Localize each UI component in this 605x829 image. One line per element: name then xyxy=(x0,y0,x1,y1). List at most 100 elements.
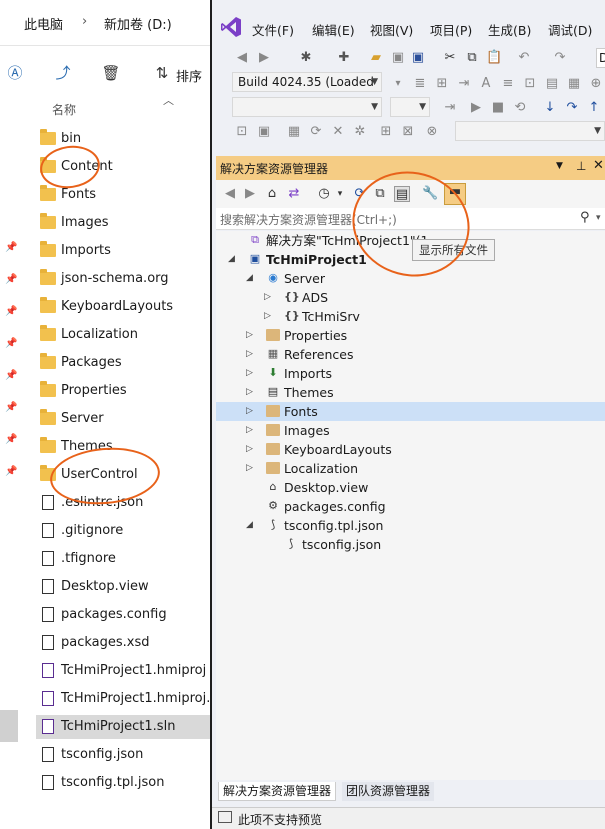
collapse-chevron-icon[interactable]: ︿ xyxy=(163,92,174,108)
target-combo[interactable]: ▼ xyxy=(232,97,382,117)
activate-icon[interactable]: ⊗ xyxy=(424,124,440,140)
pin-icon[interactable]: 📌 xyxy=(5,338,17,350)
tree-node[interactable]: ⌂ Desktop.view xyxy=(216,478,605,497)
start-icon[interactable]: ▶ xyxy=(468,100,484,116)
copy-icon[interactable]: ⧉ xyxy=(464,50,480,66)
align-icon[interactable]: ⊞ xyxy=(434,76,450,92)
expand-arrow-icon[interactable]: ▷ xyxy=(246,402,256,421)
pin-icon[interactable]: ⊥ xyxy=(576,159,586,173)
connect-icon[interactable]: ⊞ xyxy=(378,124,394,140)
column-header-name[interactable]: 名称 xyxy=(52,101,76,118)
arrange-icon[interactable]: ⊡ xyxy=(522,76,538,92)
file-item[interactable]: Imports xyxy=(36,239,211,263)
file-item[interactable]: tsconfig.json xyxy=(36,743,211,767)
pin-icon[interactable]: 📌 xyxy=(5,370,17,382)
pin-icon[interactable]: 📌 xyxy=(5,274,17,286)
expand-arrow-icon[interactable]: ▷ xyxy=(264,307,274,326)
new-project-icon[interactable]: ✱ xyxy=(298,50,314,66)
step-into-icon[interactable]: ⇥ xyxy=(442,100,458,116)
pin-icon[interactable]: 📌 xyxy=(5,242,17,254)
collapse-arrow-icon[interactable]: ◢ xyxy=(228,250,238,269)
open-folder-icon[interactable]: ▰ xyxy=(368,50,384,66)
file-item[interactable]: KeyboardLayouts xyxy=(36,295,211,319)
pending-changes-dropdown-icon[interactable]: ▾ xyxy=(332,186,348,202)
run-cursor-icon[interactable]: ↑ xyxy=(586,100,602,116)
expand-arrow-icon[interactable]: ▷ xyxy=(246,440,256,459)
file-item[interactable]: Localization xyxy=(36,323,211,347)
window-options-icon[interactable]: ▼ xyxy=(556,161,563,171)
menu-item[interactable]: 文件(F) xyxy=(252,20,294,39)
file-item[interactable]: packages.xsd xyxy=(36,631,211,655)
format-icon[interactable]: ≣ xyxy=(412,76,428,92)
file-item[interactable]: TcHmiProject1.hmiproj xyxy=(36,659,211,683)
breadcrumb-this-pc[interactable]: 此电脑 xyxy=(24,14,63,33)
step-over-icon[interactable]: ↓ xyxy=(542,100,558,116)
home-icon[interactable]: ⌂ xyxy=(264,186,280,202)
forward-icon[interactable]: ▶ xyxy=(256,50,272,66)
build-version-combo[interactable]: Build 4024.35 (Loaded ▼ xyxy=(232,72,382,92)
tab-team-explorer[interactable]: 团队资源管理器 xyxy=(342,782,435,801)
tree-node[interactable]: ⟆ tsconfig.json xyxy=(216,535,605,554)
collapse-arrow-icon[interactable]: ◢ xyxy=(246,269,256,288)
capture-icon[interactable]: ▦ xyxy=(286,124,302,140)
tree-node[interactable]: ▷ ▦ References xyxy=(216,345,605,364)
pin-icon[interactable]: 📌 xyxy=(5,434,17,446)
menu-item[interactable]: 生成(B) xyxy=(488,20,531,39)
tree-node[interactable]: ◢ ⟆ tsconfig.tpl.json xyxy=(216,516,605,535)
search-icon[interactable]: ⚲ xyxy=(580,210,590,225)
pending-changes-icon[interactable]: ◷ xyxy=(316,186,332,202)
toolbar-overflow-icon[interactable]: ▾ xyxy=(390,76,406,92)
file-item[interactable]: TcHmiProject1.hmiproj.us xyxy=(36,687,225,711)
expand-arrow-icon[interactable]: ▷ xyxy=(246,326,256,345)
tree-node[interactable]: ▷ {} ADS xyxy=(216,288,605,307)
menu-item[interactable]: 项目(P) xyxy=(430,20,472,39)
file-item[interactable]: Server xyxy=(36,407,211,431)
sort-icon[interactable]: ⇅ xyxy=(152,63,172,83)
select-icon[interactable]: ▣ xyxy=(256,124,272,140)
file-item[interactable]: Properties xyxy=(36,379,211,403)
undo-icon[interactable]: ↶ xyxy=(516,50,532,66)
menu-item[interactable]: 视图(V) xyxy=(370,20,413,39)
zoom-icon[interactable]: ⊕ xyxy=(588,76,604,92)
file-item[interactable]: .tfignore xyxy=(36,547,211,571)
step-out-icon[interactable]: ↷ xyxy=(564,100,580,116)
rename-icon[interactable]: Ⓐ xyxy=(5,63,25,83)
redo-icon[interactable]: ↷ xyxy=(552,50,568,66)
restart-icon[interactable]: ⟲ xyxy=(512,100,528,116)
share-icon[interactable]: ⤴ xyxy=(53,63,73,83)
expand-arrow-icon[interactable]: ▷ xyxy=(246,383,256,402)
config-combo[interactable]: D xyxy=(596,48,605,68)
pin-icon[interactable]: 📌 xyxy=(5,306,17,318)
expand-arrow-icon[interactable]: ▷ xyxy=(246,345,256,364)
file-item[interactable]: tsconfig.tpl.json xyxy=(36,771,211,795)
back-icon[interactable]: ◀ xyxy=(222,186,238,202)
layout-icon[interactable]: ▤ xyxy=(544,76,560,92)
file-item[interactable]: .gitignore xyxy=(36,519,211,543)
file-item[interactable]: TcHmiProject1.sln xyxy=(36,715,211,739)
tree-node[interactable]: ▷ Properties xyxy=(216,326,605,345)
breadcrumb-drive-d[interactable]: 新加卷 (D:) xyxy=(104,14,172,33)
tree-node[interactable]: ▷ ▤ Themes xyxy=(216,383,605,402)
expand-arrow-icon[interactable]: ▷ xyxy=(246,421,256,440)
sort-button[interactable]: 排序 xyxy=(176,66,202,85)
tree-node[interactable]: ▷ Localization xyxy=(216,459,605,478)
tree-node[interactable]: ▷ {} TcHmiSrv xyxy=(216,307,605,326)
device-combo[interactable]: ▼ xyxy=(455,121,605,141)
settings-icon[interactable]: ✲ xyxy=(352,124,368,140)
pin-icon[interactable]: 📌 xyxy=(5,402,17,414)
tree-node[interactable]: ⚙ packages.config xyxy=(216,497,605,516)
forward-icon[interactable]: ▶ xyxy=(242,186,258,202)
pin-icon[interactable]: 📌 xyxy=(5,466,17,478)
delete-icon[interactable]: 🗑 xyxy=(101,63,121,83)
compare-icon[interactable]: ✕ xyxy=(330,124,346,140)
stop-icon[interactable]: ■ xyxy=(490,100,506,116)
menu-item[interactable]: 调试(D) xyxy=(548,20,592,39)
tree-node[interactable]: ▷ Fonts xyxy=(216,402,605,421)
file-item[interactable]: json-schema.org xyxy=(36,267,211,291)
close-icon[interactable]: ✕ xyxy=(593,158,604,173)
file-item[interactable]: packages.config xyxy=(36,603,211,627)
expand-arrow-icon[interactable]: ▷ xyxy=(246,459,256,478)
save-all-icon[interactable]: ▣ xyxy=(410,50,426,66)
tree-node[interactable]: ▷ ⬇ Imports xyxy=(216,364,605,383)
expand-arrow-icon[interactable]: ▷ xyxy=(246,364,256,383)
